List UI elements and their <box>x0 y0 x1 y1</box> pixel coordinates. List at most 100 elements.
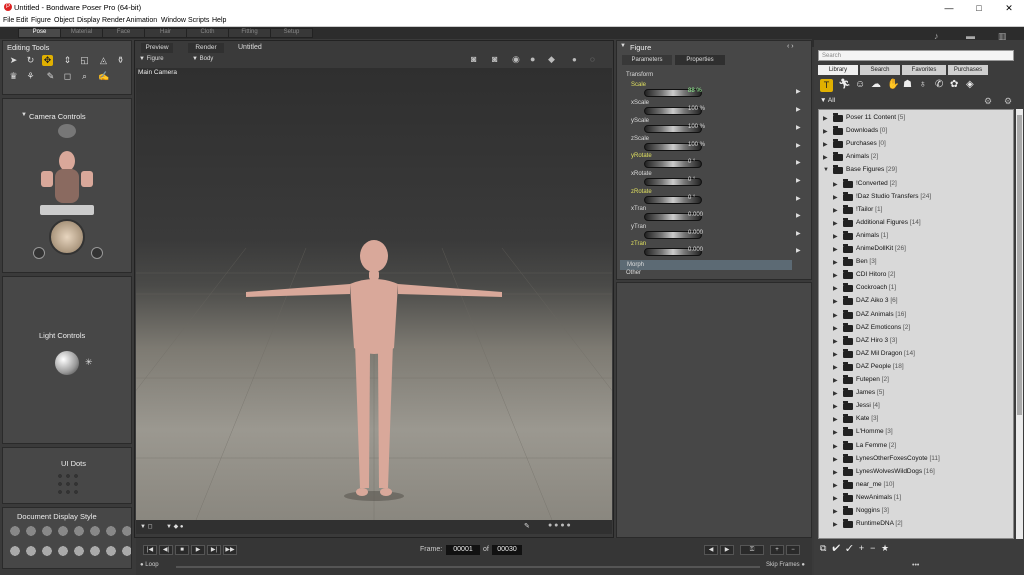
add-keyframe-button[interactable]: + <box>770 545 784 555</box>
collapsed-arrow-icon[interactable]: ▶ <box>833 351 838 358</box>
collapsed-arrow-icon[interactable]: ▶ <box>833 285 838 292</box>
library-add-icon[interactable]: ⚙ <box>984 96 992 107</box>
rotate-tool-icon[interactable]: ↻ <box>25 55 36 66</box>
param-arrow-icon[interactable]: ▶ <box>796 230 801 237</box>
timeline-slider[interactable] <box>176 566 760 568</box>
light-sphere-control[interactable] <box>55 351 79 375</box>
collapsed-arrow-icon[interactable]: ▶ <box>833 272 838 279</box>
param-arrow-icon[interactable]: ▶ <box>796 124 801 131</box>
trackball-control[interactable] <box>49 219 85 255</box>
zoom-tool-icon[interactable]: ⌕ <box>79 71 90 82</box>
tab-render[interactable]: Render <box>188 43 224 53</box>
param-arrow-icon[interactable]: ▶ <box>796 177 801 184</box>
menu-object[interactable]: Object <box>54 17 74 24</box>
tab-library[interactable]: Library <box>818 65 858 75</box>
collapse-icon[interactable]: ▼ <box>620 43 626 49</box>
collapsed-arrow-icon[interactable]: ▶ <box>833 495 838 502</box>
preview-quality-icons[interactable]: ● ● ● ● <box>548 522 571 529</box>
close-button[interactable]: ✕ <box>994 0 1024 16</box>
display-style-row-2[interactable] <box>7 544 131 558</box>
current-frame[interactable]: 00001 <box>446 545 480 555</box>
room-hair[interactable]: Hair <box>144 28 187 38</box>
collapsed-arrow-icon[interactable]: ▶ <box>823 115 828 122</box>
param-value[interactable]: 100 % <box>688 142 705 148</box>
scale-tool-icon[interactable]: ◱ <box>79 55 90 66</box>
collapsed-arrow-icon[interactable]: ▶ <box>823 128 828 135</box>
tab-properties[interactable]: Properties <box>675 55 725 65</box>
render-camera-icon[interactable]: ◙ <box>492 54 497 64</box>
floor-icon[interactable]: ◆ <box>548 54 555 65</box>
camera-select-icon[interactable]: ◉ <box>512 54 520 65</box>
param-ytran[interactable]: yTran 0.000 ▶ <box>620 224 810 242</box>
view-magnifier-icon[interactable]: ✎ <box>45 71 56 82</box>
param-arrow-icon[interactable]: ▶ <box>796 88 801 95</box>
param-yrotate[interactable]: yRotate 0 ° ▶ <box>620 153 810 171</box>
tab-search[interactable]: Search <box>860 65 900 75</box>
last-frame-button[interactable]: ▶▶ <box>223 545 237 555</box>
collapsed-arrow-icon[interactable]: ▶ <box>833 364 838 371</box>
right-hand-camera-icon[interactable] <box>81 171 93 187</box>
param-value[interactable]: 100 % <box>688 106 705 112</box>
collapsed-arrow-icon[interactable]: ▶ <box>833 416 838 423</box>
translate-tool-icon[interactable]: ✥ <box>42 55 53 66</box>
collapse-icon[interactable]: ▼ <box>21 112 27 118</box>
materials-category-icon[interactable]: ✿ <box>950 79 958 90</box>
props-category-icon[interactable]: ☗ <box>903 79 912 90</box>
camera-scale-icon[interactable] <box>91 247 103 259</box>
collapsed-arrow-icon[interactable]: ▶ <box>833 220 838 227</box>
viewport-menu-icon[interactable]: ▼ ◆ ● <box>166 523 184 530</box>
menu-animation[interactable]: Animation <box>126 17 157 24</box>
param-zrotate[interactable]: zRotate 0 ° ▶ <box>620 189 810 207</box>
param-arrow-icon[interactable]: ▶ <box>796 247 801 254</box>
collapsed-arrow-icon[interactable]: ▶ <box>823 154 828 161</box>
keyframes-button[interactable]: ⚿ <box>740 545 764 555</box>
scrollbar-thumb[interactable] <box>1017 115 1022 415</box>
param-value[interactable]: 0.000 <box>688 247 703 253</box>
collapsed-arrow-icon[interactable]: ▶ <box>833 469 838 476</box>
panel-nav-arrows[interactable]: ‹ › <box>787 43 794 50</box>
collapsed-arrow-icon[interactable]: ▶ <box>833 259 838 266</box>
collapsed-arrow-icon[interactable]: ▶ <box>833 312 838 319</box>
collapsed-arrow-icon[interactable]: ▶ <box>833 377 838 384</box>
maximize-button[interactable]: □ <box>964 0 994 16</box>
library-more-icon[interactable]: ••• <box>912 562 919 569</box>
param-value[interactable]: 0 ° <box>688 195 695 201</box>
display-style-row-1[interactable] <box>7 524 131 538</box>
collapsed-arrow-icon[interactable]: ▶ <box>833 482 838 489</box>
param-arrow-icon[interactable]: ▶ <box>796 195 801 202</box>
room-face[interactable]: Face <box>102 28 145 38</box>
menu-scripts[interactable]: Scripts <box>188 17 209 24</box>
library-scrollbar[interactable] <box>1016 109 1023 539</box>
color-tool-icon[interactable]: ♛ <box>8 71 19 82</box>
collapsed-arrow-icon[interactable]: ▶ <box>833 390 838 397</box>
param-arrow-icon[interactable]: ▶ <box>796 159 801 166</box>
camera-head-icon[interactable] <box>59 151 75 171</box>
light-sun-icon[interactable]: ✳ <box>85 357 93 368</box>
expanded-arrow-icon[interactable]: ▼ <box>823 167 829 173</box>
room-cloth[interactable]: Cloth <box>186 28 229 38</box>
param-zscale[interactable]: zScale 100 % ▶ <box>620 136 810 154</box>
param-xrotate[interactable]: xRotate 0 ° ▶ <box>620 171 810 189</box>
param-arrow-icon[interactable]: ▶ <box>796 106 801 113</box>
menu-window[interactable]: Window <box>161 17 186 24</box>
collapsed-arrow-icon[interactable]: ▶ <box>833 521 838 528</box>
param-value[interactable]: 88 % <box>688 88 702 94</box>
camera-icon[interactable]: ◙ <box>471 54 476 64</box>
fog-icon[interactable]: ◌ <box>590 55 595 64</box>
param-scale[interactable]: Scale 88 % ▶ <box>620 82 810 100</box>
collapsed-arrow-icon[interactable]: ▶ <box>833 233 838 240</box>
filter-all[interactable]: ▼ All <box>820 97 835 104</box>
collapsed-arrow-icon[interactable]: ▶ <box>833 246 838 253</box>
morph-group[interactable]: Morph <box>620 260 792 270</box>
room-material[interactable]: Material <box>60 28 103 38</box>
camera-flyaround-icon[interactable] <box>33 247 45 259</box>
viewport-layout-icon[interactable]: ▼ ◻ <box>140 523 153 530</box>
direct-manipulation-icon[interactable]: ✍ <box>98 71 109 82</box>
lights-category-icon[interactable]: ♁ <box>919 79 927 90</box>
body-menu[interactable]: ▼ Body <box>192 56 213 62</box>
library-actions[interactable]: ⧉✔✓+−★ <box>820 543 895 554</box>
collapsed-arrow-icon[interactable]: ▶ <box>833 443 838 450</box>
camera-hand-icon[interactable] <box>58 124 76 138</box>
expressions-category-icon[interactable]: ☺ <box>855 79 865 90</box>
total-frames[interactable]: 00030 <box>492 545 522 555</box>
